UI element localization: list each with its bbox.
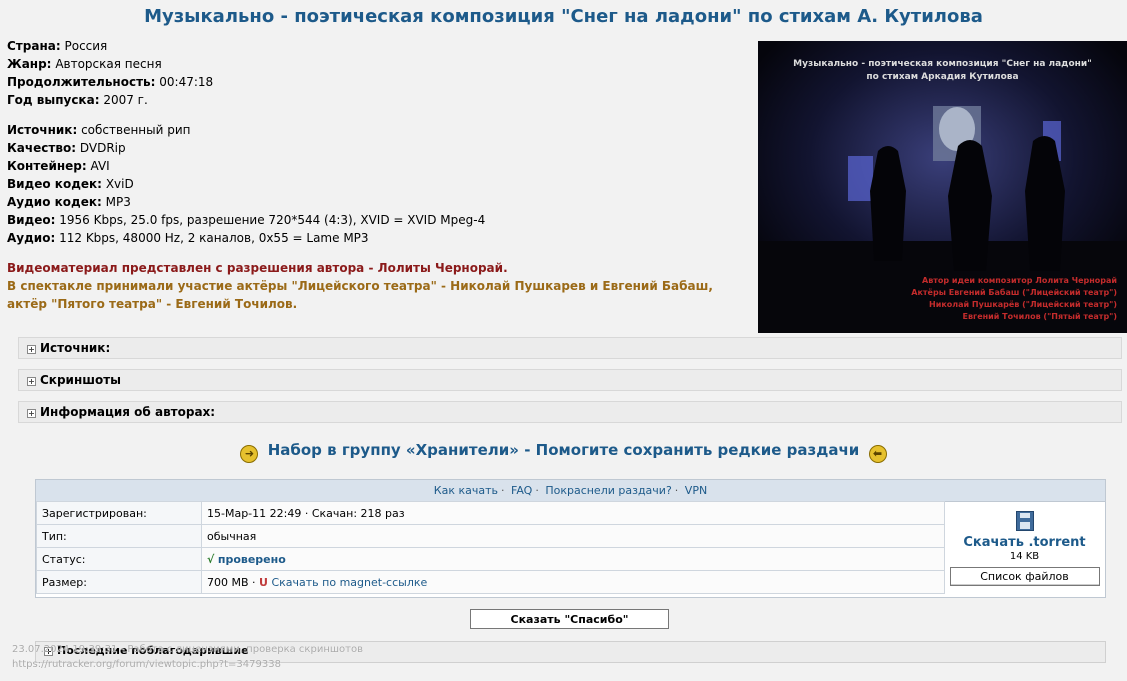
video-value: 1956 Kbps, 25.0 fps, разрешение 720*544 … xyxy=(59,213,486,227)
download-panel: Как качать · FAQ · Покраснели раздачи? · VP… xyxy=(35,479,1106,598)
table-row: Зарегистрирован: 15-Мар-11 22:49 · Скача… xyxy=(36,501,945,525)
page-title: Музыкально - поэтическая композиция "Сне… xyxy=(144,6,983,27)
keepers-promo-right[interactable]: Помогите сохранить редкие раздачи xyxy=(536,441,860,459)
poster-title: Музыкально - поэтическая композиция "Сне… xyxy=(793,59,1092,82)
audio-value: 112 Kbps, 48000 Hz, 2 каналов, 0x55 = La… xyxy=(59,231,369,245)
download-count: Скачан: 218 раз xyxy=(311,506,405,520)
author-permission-note: Видеоматериал представлен с разрешения а… xyxy=(7,261,508,275)
release-info: Страна: Россия Жанр: Авторская песня Про… xyxy=(7,37,747,313)
table-row: Размер: 700 MB · U Скачать по magnet-ссы… xyxy=(36,570,945,594)
expand-icon: + xyxy=(27,345,36,354)
poster-image: Музыкально - поэтическая композиция "Сне… xyxy=(758,41,1127,333)
arrow-right-icon: ➜ xyxy=(240,445,259,463)
video-codec-value: XviD xyxy=(105,177,134,191)
table-row: Статус: √ проверено xyxy=(36,547,945,571)
duration-value: 00:47:18 xyxy=(159,75,214,89)
file-list-button[interactable]: Список файлов xyxy=(949,567,1100,586)
magnet-link[interactable]: Скачать по magnet-ссылке xyxy=(271,576,427,589)
say-thanks-button[interactable]: Сказать "Спасибо" xyxy=(470,609,669,629)
keepers-promo[interactable]: ➜ Набор в группу «Хранители» - Помогите … xyxy=(0,441,1127,463)
keepers-promo-left[interactable]: Набор в группу «Хранители» xyxy=(268,441,519,459)
cast-note-line-1: В спектакле принимали участие актёры "Ли… xyxy=(7,279,713,293)
table-row: Тип: обычная xyxy=(36,524,945,548)
spoiler-screenshots[interactable]: + Скриншоты xyxy=(18,369,1122,391)
torrent-size: 14 KB xyxy=(1009,551,1040,562)
expand-icon: + xyxy=(27,377,36,386)
genre-value: Авторская песня xyxy=(55,57,162,71)
faq-link[interactable]: FAQ xyxy=(511,484,532,497)
download-torrent-link[interactable]: Скачать .torrent xyxy=(944,535,1105,550)
country-value: Россия xyxy=(64,39,108,53)
status-badge: проверено xyxy=(217,552,286,566)
year-value: 2007 г. xyxy=(103,93,148,107)
size-value: 700 MB xyxy=(207,575,249,589)
type-value: обычная xyxy=(201,524,945,548)
screenshot-overlay: 23.07.2024 19:39:31 - Работа с лицензиям… xyxy=(12,644,363,670)
vpn-link[interactable]: VPN xyxy=(685,484,707,497)
source-value: собственный рип xyxy=(81,123,191,137)
spoiler-authors[interactable]: + Информация об авторах: xyxy=(18,401,1122,423)
red-torrents-link[interactable]: Покраснели раздачи? xyxy=(545,484,671,497)
container-value: AVI xyxy=(90,159,110,173)
spoiler-source[interactable]: + Источник: xyxy=(18,337,1122,359)
arrow-left-icon: ⬅ xyxy=(868,445,887,463)
poster-credits: Автор идеи композитор Лолита Чернорай Ак… xyxy=(911,276,1117,321)
checkmark-icon: √ xyxy=(207,552,215,566)
audio-codec-value: MP3 xyxy=(105,195,131,209)
floppy-disk-icon xyxy=(1015,511,1034,531)
expand-icon: + xyxy=(27,409,36,418)
magnet-icon: U xyxy=(259,575,268,589)
how-to-download-link[interactable]: Как качать xyxy=(434,484,498,497)
torrent-details: Зарегистрирован: 15-Мар-11 22:49 · Скача… xyxy=(36,501,945,594)
help-links: Как качать · FAQ · Покраснели раздачи? · VP… xyxy=(36,480,1105,502)
quality-value: DVDRip xyxy=(79,141,126,155)
registered-date: 15-Мар-11 22:49 xyxy=(207,506,302,520)
cast-note-line-2: актёр "Пятого театра" - Евгений Точилов. xyxy=(7,297,298,311)
torrent-download-box: Скачать .torrent 14 KB Список файлов xyxy=(944,501,1105,598)
